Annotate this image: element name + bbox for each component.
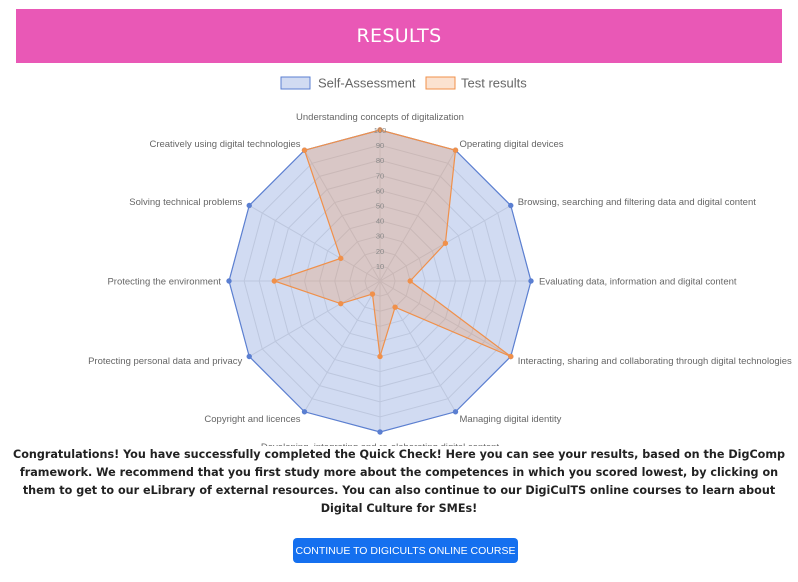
data-point[interactable] — [508, 353, 514, 360]
tick-label: 50 — [376, 202, 384, 211]
data-point[interactable] — [338, 255, 344, 262]
axis-label[interactable]: Solving technical problems — [129, 197, 242, 208]
axis-label[interactable]: Protecting the environment — [107, 277, 221, 288]
axis-label[interactable]: Interacting, sharing and collaborating t… — [518, 356, 792, 367]
continue-course-button[interactable]: CONTINUE TO DIGICULTS ONLINE COURSE — [293, 538, 518, 563]
tick-label: 80 — [376, 156, 384, 165]
data-point[interactable] — [528, 278, 534, 284]
results-header: RESULTS — [16, 9, 782, 63]
axis-label[interactable]: Managing digital identity — [460, 414, 562, 425]
data-point[interactable] — [369, 291, 376, 297]
tick-label: 20 — [376, 247, 384, 256]
tick-label: 90 — [376, 141, 384, 150]
axis-label[interactable]: Protecting personal data and privacy — [88, 356, 242, 367]
data-point[interactable] — [407, 278, 413, 284]
legend-label[interactable]: Self-Assessment — [318, 76, 416, 91]
axis-label[interactable]: Browsing, searching and filtering data a… — [518, 197, 757, 208]
axis-label[interactable]: Creatively using digital technologies — [149, 139, 300, 150]
tick-label: 10 — [376, 262, 384, 271]
data-point[interactable] — [442, 240, 449, 246]
legend-swatch[interactable] — [425, 76, 456, 90]
legend-label[interactable]: Test results — [461, 76, 527, 91]
data-point[interactable] — [226, 278, 232, 284]
tick-label: 30 — [376, 232, 384, 241]
data-point[interactable] — [338, 300, 344, 307]
data-point[interactable] — [452, 409, 459, 415]
data-point[interactable] — [246, 353, 252, 360]
tick-label: 100 — [374, 126, 387, 135]
data-point[interactable] — [246, 202, 252, 209]
tick-label: 60 — [376, 186, 384, 195]
page-title: RESULTS — [356, 25, 442, 47]
data-point[interactable] — [301, 147, 308, 153]
tick-label: 70 — [376, 171, 384, 180]
results-message: Congratulations! You have successfully c… — [12, 448, 786, 515]
data-point[interactable] — [452, 147, 459, 153]
data-point[interactable] — [508, 202, 514, 209]
tick-label: 40 — [376, 217, 384, 226]
data-point[interactable] — [271, 278, 277, 284]
data-point[interactable] — [301, 409, 308, 415]
axis-label[interactable]: Understanding concepts of digitalization — [296, 112, 464, 123]
radar-chart: Self-Assessment Test results 10 20 30 40 50 60… — [88, 76, 792, 447]
data-point[interactable] — [392, 304, 398, 310]
data-point[interactable] — [377, 429, 383, 435]
chart-legend: Self-Assessment Test results — [280, 76, 527, 91]
axis-label[interactable]: Evaluating data, information and digital… — [539, 277, 737, 288]
data-point[interactable] — [377, 353, 383, 360]
axis-label[interactable]: Copyright and licences — [204, 414, 300, 425]
axis-label[interactable]: Operating digital devices — [460, 139, 564, 150]
legend-swatch[interactable] — [280, 76, 311, 90]
